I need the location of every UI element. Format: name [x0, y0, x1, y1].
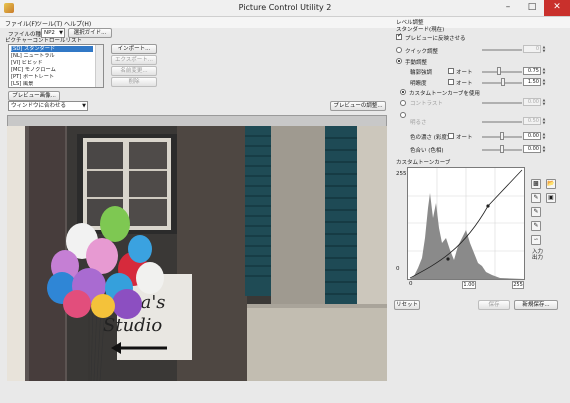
hue-value[interactable]: 0.00 [523, 145, 541, 153]
list-item[interactable]: [LS] 風景 [11, 81, 93, 87]
curve-tool-icon[interactable]: ∽ [531, 235, 541, 245]
curve-x-left: 0 [409, 281, 413, 287]
contrast-slider[interactable] [482, 102, 522, 104]
delete-button[interactable]: 削除 [111, 77, 157, 87]
close-button[interactable]: ✕ [544, 0, 570, 16]
manual-adjust-radio[interactable] [396, 58, 402, 64]
minimize-button[interactable]: – [496, 0, 520, 16]
brightness-radio[interactable] [400, 112, 406, 118]
clarity-value[interactable]: 1.50 [523, 78, 541, 86]
auto-label: オート [456, 70, 473, 76]
spinner-icon[interactable]: ▲ ▼ [542, 117, 546, 125]
preview-adjust-button[interactable]: プレビューの調整... [330, 101, 386, 111]
spinner-icon[interactable]: ▲ ▼ [542, 78, 546, 86]
auto-label: オート [456, 135, 473, 141]
sharpness-value[interactable]: 0.75 [523, 67, 541, 75]
list-item[interactable]: [NL] ニュートラル [11, 53, 93, 59]
apply-preview-checkbox[interactable] [396, 32, 402, 40]
manual-adjust-label: 手動調整 [405, 60, 428, 66]
sharpness-label: 輪郭強調 [410, 70, 433, 76]
list-item[interactable]: [MC] モノクローム [11, 67, 93, 73]
hue-slider-knob[interactable] [500, 145, 504, 153]
menu-tools[interactable]: ツール(T) [36, 19, 62, 28]
list-item[interactable]: [SD] スタンダード [11, 46, 93, 52]
custom-curve-radio[interactable] [400, 89, 406, 95]
input-output-label: 入力 出力 [532, 249, 544, 261]
sign-text-2: Studio [103, 315, 162, 336]
rename-button[interactable]: 名前変更... [111, 66, 157, 76]
preview-image-button[interactable]: プレビュー画像... [8, 91, 60, 101]
quick-adjust-label: クイック調整 [405, 49, 439, 55]
quick-adjust-radio[interactable] [396, 47, 402, 53]
picture-control-list[interactable]: [SD] スタンダード [NL] ニュートラル [VI] ビビッド [MC] モ… [8, 44, 104, 88]
spinner-icon[interactable]: ▲ ▼ [542, 67, 546, 75]
open-folder-icon[interactable]: 📂 [546, 179, 556, 189]
menu-help[interactable]: ヘルプ(H) [64, 19, 91, 28]
spinner-icon[interactable]: ▲ ▼ [542, 132, 546, 140]
current-control-label: スタンダード(現在) [396, 27, 445, 33]
list-scrollbar[interactable] [95, 45, 103, 87]
fit-option-value: ウィンドウに合わせる [11, 103, 67, 109]
saturation-label: 色の濃さ (彩度) [410, 135, 450, 141]
window-title: Picture Control Utility 2 [238, 3, 332, 12]
contrast-value[interactable]: 0.00 [523, 98, 541, 106]
tone-curve-editor[interactable] [407, 167, 525, 280]
save-disk-icon[interactable]: ▣ [546, 193, 556, 203]
curve-y-bottom: 0 [396, 266, 400, 272]
curve-point[interactable] [446, 257, 450, 261]
spinner-icon[interactable]: ▲ ▼ [542, 45, 546, 53]
export-button[interactable]: エクスポート... [111, 55, 157, 65]
eyedropper-white-icon[interactable]: ✎ [531, 221, 541, 231]
saturation-auto-checkbox[interactable] [448, 133, 454, 139]
menu-file[interactable]: ファイル(F) [5, 19, 37, 28]
save-button[interactable]: 保存 [478, 300, 510, 310]
chart-icon[interactable]: ▩ [531, 179, 541, 189]
brightness-slider[interactable] [482, 121, 522, 123]
sharpness-slider[interactable] [482, 71, 522, 73]
eyedropper-gray-icon[interactable]: ✎ [531, 207, 541, 217]
fit-option-select[interactable]: ウィンドウに合わせる ▼ [8, 101, 88, 111]
save-as-button[interactable]: 新規保存... [514, 300, 558, 310]
chevron-down-icon: ▼ [82, 103, 86, 109]
sharpness-slider-knob[interactable] [497, 67, 501, 75]
picture-control-list-heading: ピクチャーコントロールリスト [5, 38, 82, 44]
hue-label: 色合い (色相) [410, 148, 444, 154]
quick-adjust-slider[interactable] [482, 49, 522, 51]
clarity-slider-knob[interactable] [501, 78, 505, 86]
saturation-slider-knob[interactable] [500, 132, 504, 140]
quick-adjust-value[interactable]: 0 [523, 45, 541, 53]
spinner-icon[interactable]: ▲ ▼ [542, 145, 546, 153]
import-button[interactable]: インポート... [111, 44, 157, 54]
curve-heading: カスタムトーンカーブ [396, 160, 451, 166]
curve-y-top: 255 [396, 171, 407, 177]
clarity-label: 明瞭度 [410, 81, 427, 87]
list-item[interactable]: [VI] ビビッド [11, 60, 93, 66]
reset-button[interactable]: リセット [394, 300, 420, 310]
saturation-value[interactable]: 0.00 [523, 132, 541, 140]
curve-x-right[interactable]: 255 [512, 281, 524, 289]
brightness-value[interactable]: 0.50 [523, 117, 541, 125]
brightness-label: 明るさ [410, 120, 427, 126]
preview-photo[interactable]: na's Studio [7, 126, 387, 381]
custom-curve-label: カスタムトーンカーブを使用 [409, 91, 480, 97]
maximize-button[interactable]: □ [520, 0, 544, 16]
curve-point[interactable] [486, 204, 490, 208]
contrast-label: コントラスト [410, 101, 443, 107]
eyedropper-black-icon[interactable]: ✎ [531, 193, 541, 203]
sharpness-auto-checkbox[interactable] [448, 68, 454, 74]
spinner-icon[interactable]: ▲ ▼ [542, 98, 546, 106]
curve-x-mid[interactable]: 1.00 [462, 281, 476, 289]
apply-preview-label: プレビューに反映させる [405, 36, 466, 42]
clarity-auto-checkbox[interactable] [448, 79, 454, 85]
contrast-radio[interactable] [400, 100, 406, 106]
list-item[interactable]: [PT] ポートレート [11, 74, 93, 80]
auto-label: オート [456, 81, 473, 87]
